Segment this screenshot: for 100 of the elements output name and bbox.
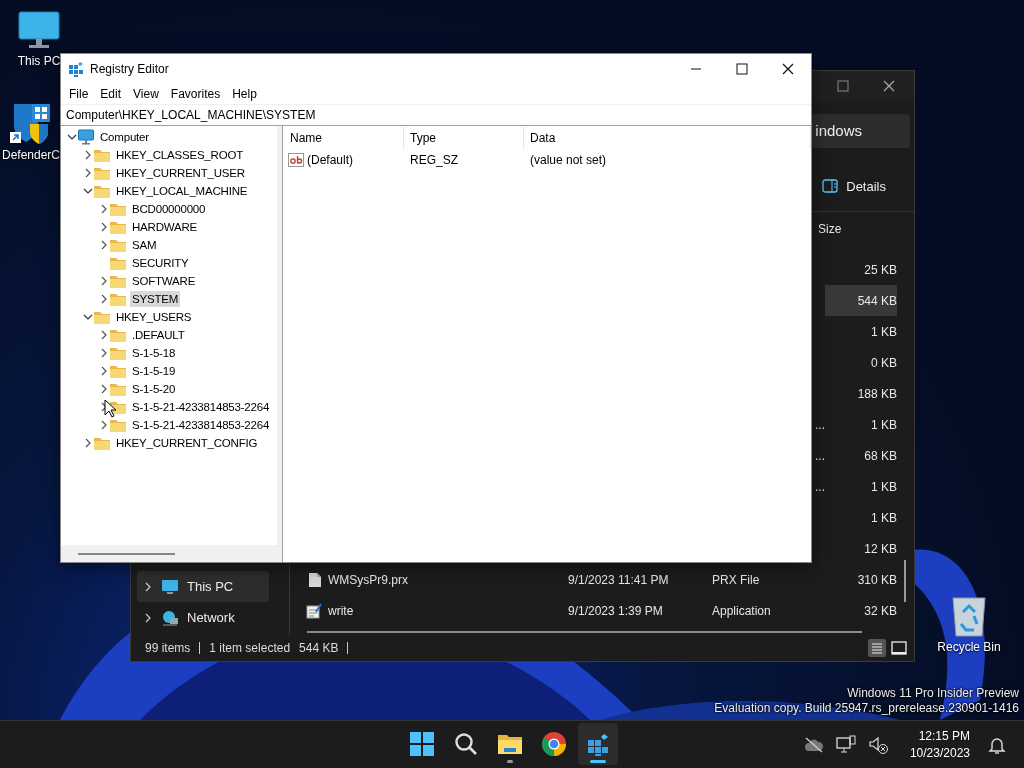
folder-icon (497, 733, 523, 755)
chevron-down-icon[interactable] (83, 312, 93, 322)
maximize-icon[interactable] (837, 80, 849, 92)
chevron-down-icon[interactable] (83, 186, 93, 196)
table-cell[interactable]: 68 KB (825, 440, 897, 471)
tree-item[interactable]: Computer (98, 129, 151, 145)
column-header[interactable]: Data (524, 127, 811, 149)
status-text: 1 item selected (209, 641, 291, 655)
chevron-right-icon[interactable] (99, 366, 109, 376)
table-cell[interactable]: 1 KB (825, 316, 897, 347)
folder-icon (94, 310, 110, 324)
tree-item[interactable]: SAM (130, 237, 159, 253)
search-icon (454, 732, 478, 756)
tree-item[interactable]: HKEY_LOCAL_MACHINE (114, 183, 250, 199)
tree-item[interactable]: .DEFAULT (130, 327, 187, 343)
chevron-right-icon[interactable] (83, 168, 93, 178)
column-header[interactable]: Type (404, 127, 524, 149)
address-bar[interactable]: Computer\HKEY_LOCAL_MACHINE\SYSTEM (61, 104, 811, 126)
table-cell-text: (value not set) (529, 153, 608, 167)
sidebar-item[interactable]: This PC (137, 571, 269, 602)
cloud-off-icon[interactable] (803, 736, 824, 753)
chevron-right-icon[interactable] (99, 240, 109, 250)
tree-item[interactable]: SECURITY (130, 255, 191, 271)
menu-item[interactable]: View (127, 86, 165, 101)
mouse-pointer-icon (104, 399, 116, 418)
folder-icon (94, 436, 110, 450)
chevron-right-icon[interactable] (99, 348, 109, 358)
close-icon[interactable] (883, 80, 895, 92)
table-cell[interactable]: 32 KB (825, 595, 897, 626)
folder-icon (110, 418, 126, 432)
taskbar-button[interactable] (578, 723, 618, 765)
clock-button[interactable]: 12:15 PM 10/23/2023 (909, 727, 970, 762)
table-cell: PRX File (712, 572, 760, 587)
browser-icon (541, 731, 567, 757)
windows-logo-icon (410, 732, 434, 756)
tree-item[interactable]: HKEY_CURRENT_USER (114, 165, 247, 181)
chevron-right-icon[interactable] (99, 204, 109, 214)
folder-icon (94, 166, 110, 180)
menu-item[interactable]: File (63, 86, 95, 101)
icon-label: DefenderC (2, 148, 60, 162)
menu-item[interactable]: Edit (94, 86, 128, 101)
recycle-bin-icon (949, 594, 989, 638)
table-cell-text: REG_SZ (409, 153, 459, 167)
address-bar[interactable]: indows (810, 114, 910, 148)
tree-item[interactable]: BCD00000000 (130, 201, 208, 217)
chevron-right-icon[interactable] (99, 222, 109, 232)
tree-item[interactable]: SYSTEM (130, 291, 181, 307)
chevron-right-icon[interactable] (99, 276, 109, 286)
separator-bar (199, 642, 201, 654)
tree-item[interactable]: SOFTWARE (130, 273, 198, 289)
details-button[interactable]: Details (818, 174, 890, 198)
table-cell[interactable]: 1 KB (825, 471, 897, 502)
tree-item[interactable]: S-1-5-21-4233814853-2264 (130, 417, 272, 433)
tree-item[interactable]: S-1-5-20 (130, 381, 178, 397)
table-cell[interactable]: 1 KB (825, 502, 897, 533)
horizontal-scrollbar[interactable] (61, 545, 277, 562)
selected-size-cell[interactable]: 544 KB (825, 285, 897, 316)
table-cell[interactable]: 12 KB (825, 533, 897, 564)
chevron-right-icon[interactable] (83, 150, 93, 160)
tiles-view-icon[interactable] (890, 639, 908, 657)
menu-item[interactable]: Favorites (164, 86, 227, 101)
sidebar-item[interactable]: Network (137, 602, 269, 633)
vertical-scrollbar[interactable] (904, 560, 906, 602)
column-header[interactable]: Name (284, 127, 404, 149)
table-cell[interactable]: 25 KB (825, 254, 897, 285)
tree-item[interactable]: S-1-5-19 (130, 363, 178, 379)
volume-muted-icon[interactable] (867, 734, 888, 755)
table-cell[interactable]: 0 KB (825, 347, 897, 378)
chevron-right-icon[interactable] (99, 420, 109, 430)
monitor-icon (161, 578, 179, 595)
folder-icon (94, 148, 110, 162)
chevron-right-icon[interactable] (99, 294, 109, 304)
table-cell[interactable]: 1 KB (825, 409, 897, 440)
table-cell[interactable]: 310 KB (825, 564, 897, 595)
menu-item[interactable]: Help (226, 86, 263, 101)
details-pane-icon (822, 179, 839, 193)
horizontal-scrollbar[interactable] (307, 631, 862, 633)
chevron-right-icon[interactable] (143, 581, 153, 592)
chevron-right-icon[interactable] (99, 384, 109, 394)
chevron-right-icon[interactable] (143, 612, 153, 623)
tree-item[interactable]: HKEY_CLASSES_ROOT (114, 147, 245, 163)
table-cell[interactable]: 188 KB (825, 378, 897, 409)
tree-item[interactable]: S-1-5-18 (130, 345, 178, 361)
tree-item[interactable]: HKEY_USERS (114, 309, 194, 325)
folder-icon (110, 274, 126, 288)
file-name: WMSysPr9.prx (328, 572, 408, 587)
tree-item[interactable]: HKEY_CURRENT_CONFIG (114, 435, 260, 451)
tree-item[interactable]: S-1-5-21-4233814853-2264 (130, 399, 272, 415)
chevron-right-icon[interactable] (83, 438, 93, 448)
notepad-pen-icon (306, 602, 322, 619)
folder-icon (110, 292, 126, 306)
network-globe-icon (161, 609, 179, 626)
tree-item[interactable]: HARDWARE (130, 219, 200, 235)
table-cell: ... (815, 479, 825, 494)
network-wired-icon[interactable] (835, 734, 856, 755)
chevron-down-icon[interactable] (67, 132, 77, 142)
registry-cubes-icon (68, 60, 84, 77)
chevron-right-icon[interactable] (99, 330, 109, 340)
folder-icon (110, 328, 126, 342)
folder-icon (94, 184, 110, 198)
